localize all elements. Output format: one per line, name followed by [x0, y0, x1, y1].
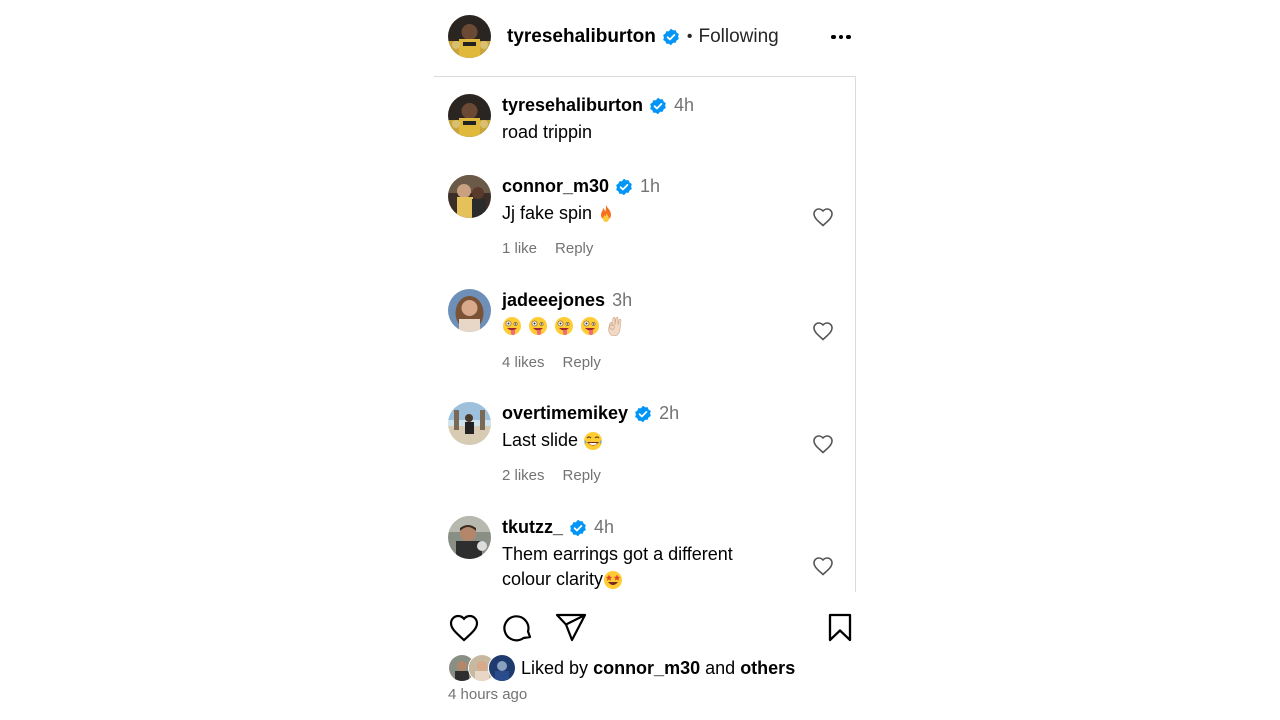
- verified-badge-icon: [616, 178, 632, 195]
- comment-header: connor_m30 1h: [502, 176, 660, 197]
- liked-by-others[interactable]: others: [740, 658, 795, 678]
- heart-icon[interactable]: [447, 611, 481, 643]
- more-dot-icon: [831, 34, 836, 40]
- comment-text-line: colour clarity: [502, 569, 604, 589]
- comment-item: tkutzz_ 4h Them earrings got a different…: [434, 499, 855, 592]
- verified-badge-icon: [650, 97, 666, 114]
- zany-face-emoji-icon: [529, 317, 547, 335]
- heart-icon[interactable]: [811, 554, 835, 578]
- bookmark-icon[interactable]: [826, 612, 854, 642]
- commenter-avatar[interactable]: [448, 175, 491, 218]
- comment-text: Them earrings got a different colour cla…: [502, 542, 792, 592]
- comment-header: tkutzz_ 4h: [502, 517, 614, 538]
- comment-item: overtimemikey 2h Last slide 2 likes Repl…: [434, 385, 855, 499]
- comment-likes-count[interactable]: 4 likes: [502, 354, 545, 371]
- comment-likes-count[interactable]: 2 likes: [502, 467, 545, 484]
- post-panel: tyresehaliburton • Following tyresehalib…: [434, 0, 856, 720]
- star-struck-emoji-icon: [604, 571, 623, 590]
- comment-meta: 4 likes Reply: [502, 354, 601, 371]
- heart-icon[interactable]: [811, 432, 835, 456]
- comment-meta: 2 likes Reply: [502, 467, 601, 484]
- liked-by-conjunction: and: [705, 657, 736, 678]
- commenter-avatar[interactable]: [448, 94, 491, 137]
- verified-badge-icon: [570, 519, 586, 536]
- heart-icon[interactable]: [811, 319, 835, 343]
- reply-button[interactable]: Reply: [563, 354, 601, 371]
- post-timestamp[interactable]: 4 hours ago: [448, 686, 527, 703]
- fire-emoji-icon: [601, 205, 612, 223]
- heart-icon[interactable]: [811, 205, 835, 229]
- liker-avatars[interactable]: [448, 654, 516, 682]
- liked-by-row: Liked by connor_m30 and others: [448, 654, 795, 682]
- comment-time[interactable]: 4h: [674, 95, 694, 116]
- comment-time[interactable]: 4h: [594, 517, 614, 538]
- comment-header: tyresehaliburton 4h: [502, 95, 694, 116]
- comment-time[interactable]: 2h: [659, 403, 679, 424]
- reply-button[interactable]: Reply: [563, 467, 601, 484]
- comment-text-content: Last slide: [502, 430, 584, 450]
- author-avatar[interactable]: [448, 15, 491, 58]
- comment-meta: 1 like Reply: [502, 240, 593, 257]
- separator-dot: •: [686, 28, 693, 45]
- comment-text: [502, 316, 792, 336]
- reply-button[interactable]: Reply: [555, 240, 593, 257]
- liker-avatar: [488, 654, 516, 682]
- verified-badge-icon: [663, 28, 679, 46]
- more-options-button[interactable]: [826, 26, 856, 48]
- commenter-avatar[interactable]: [448, 516, 491, 559]
- more-dot-icon: [846, 34, 851, 40]
- comment-username[interactable]: connor_m30: [502, 176, 609, 197]
- comment-text: road trippin: [502, 122, 593, 142]
- comment-time[interactable]: 1h: [640, 176, 660, 197]
- comment-likes-count[interactable]: 1 like: [502, 240, 537, 257]
- liked-by-user[interactable]: connor_m30: [593, 658, 700, 678]
- author-info: tyresehaliburton • Following: [507, 26, 779, 48]
- comment-time[interactable]: 3h: [612, 290, 632, 311]
- comment-username[interactable]: jadeeejones: [502, 290, 605, 311]
- comment-text-content: Jj fake spin: [502, 203, 598, 223]
- comment-text: Jj fake spin: [502, 201, 792, 226]
- comment-header: overtimemikey 2h: [502, 403, 679, 424]
- zany-face-emoji-icon: [503, 317, 521, 335]
- comment-text: Last slide: [502, 428, 792, 453]
- liked-by-text: Liked by connor_m30 and others: [521, 658, 795, 679]
- zany-face-emoji-icon: [555, 317, 573, 335]
- comment-text-line-wrap: colour clarity: [502, 567, 792, 592]
- commenter-avatar[interactable]: [448, 289, 491, 332]
- comment-text-line: Them earrings got a different: [502, 544, 733, 564]
- zany-face-emoji-icon: [581, 317, 599, 335]
- verified-badge-icon: [635, 405, 651, 422]
- comment-username[interactable]: tkutzz_: [502, 517, 563, 538]
- more-dot-icon: [838, 34, 844, 40]
- comment-icon[interactable]: [501, 611, 535, 643]
- following-button[interactable]: Following: [698, 26, 778, 48]
- ok-hand-emoji-icon: [608, 316, 622, 336]
- tears-of-joy-emoji-icon: [584, 432, 603, 451]
- comments-list[interactable]: tyresehaliburton 4h road trippin connor_…: [434, 77, 856, 592]
- comment-item: jadeeejones 3h 4 likes Reply: [434, 272, 855, 386]
- caption: tyresehaliburton 4h road trippin: [434, 77, 855, 157]
- comment-username[interactable]: overtimemikey: [502, 403, 628, 424]
- post-header: tyresehaliburton • Following: [434, 0, 856, 77]
- commenter-avatar[interactable]: [448, 402, 491, 445]
- liked-by-prefix: Liked by: [521, 657, 589, 678]
- share-icon[interactable]: [554, 611, 588, 643]
- comment-username[interactable]: tyresehaliburton: [502, 95, 643, 116]
- author-username[interactable]: tyresehaliburton: [507, 26, 656, 48]
- comment-header: jadeeejones 3h: [502, 290, 632, 311]
- comment-item: connor_m30 1h Jj fake spin 1 like Reply: [434, 158, 855, 272]
